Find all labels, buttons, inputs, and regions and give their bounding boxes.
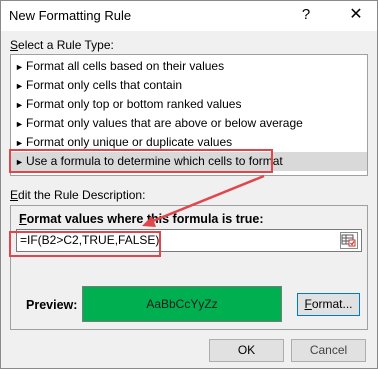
format-button[interactable]: Format... bbox=[297, 293, 360, 316]
preview-sample: AaBbCcYyZz bbox=[82, 286, 282, 322]
close-button[interactable]: ✕ bbox=[341, 3, 371, 27]
annotation-highlight-rule bbox=[9, 149, 273, 173]
dialog-title: New Formatting Rule bbox=[9, 8, 132, 23]
annotation-highlight-formula bbox=[9, 231, 161, 257]
arrow-icon: ► bbox=[15, 119, 24, 129]
rule-type-label: Select a Rule Type: bbox=[10, 38, 114, 52]
arrow-icon: ► bbox=[15, 100, 24, 110]
formula-label: Format values where this formula is true… bbox=[19, 212, 264, 226]
help-button[interactable]: ? bbox=[293, 3, 319, 27]
preview-label: Preview: bbox=[26, 298, 78, 312]
collapse-dialog-button[interactable] bbox=[340, 232, 358, 249]
rule-description-panel: Format values where this formula is true… bbox=[10, 205, 368, 330]
rule-type-item[interactable]: ► Format all cells based on their values bbox=[11, 57, 367, 76]
range-select-icon bbox=[341, 234, 356, 247]
cancel-button[interactable]: Cancel bbox=[291, 339, 366, 362]
arrow-icon: ► bbox=[15, 62, 24, 72]
rule-type-item[interactable]: ► Format only values that are above or be… bbox=[11, 114, 367, 133]
title-bar: New Formatting Rule ? ✕ bbox=[1, 1, 377, 31]
rule-description-label: Edit the Rule Description: bbox=[10, 188, 146, 202]
rule-type-item[interactable]: ► Format only cells that contain bbox=[11, 76, 367, 95]
arrow-icon: ► bbox=[15, 81, 24, 91]
ok-button[interactable]: OK bbox=[209, 339, 284, 362]
rule-type-item[interactable]: ► Format only top or bottom ranked values bbox=[11, 95, 367, 114]
new-formatting-rule-dialog: New Formatting Rule ? ✕ Select a Rule Ty… bbox=[0, 0, 378, 369]
